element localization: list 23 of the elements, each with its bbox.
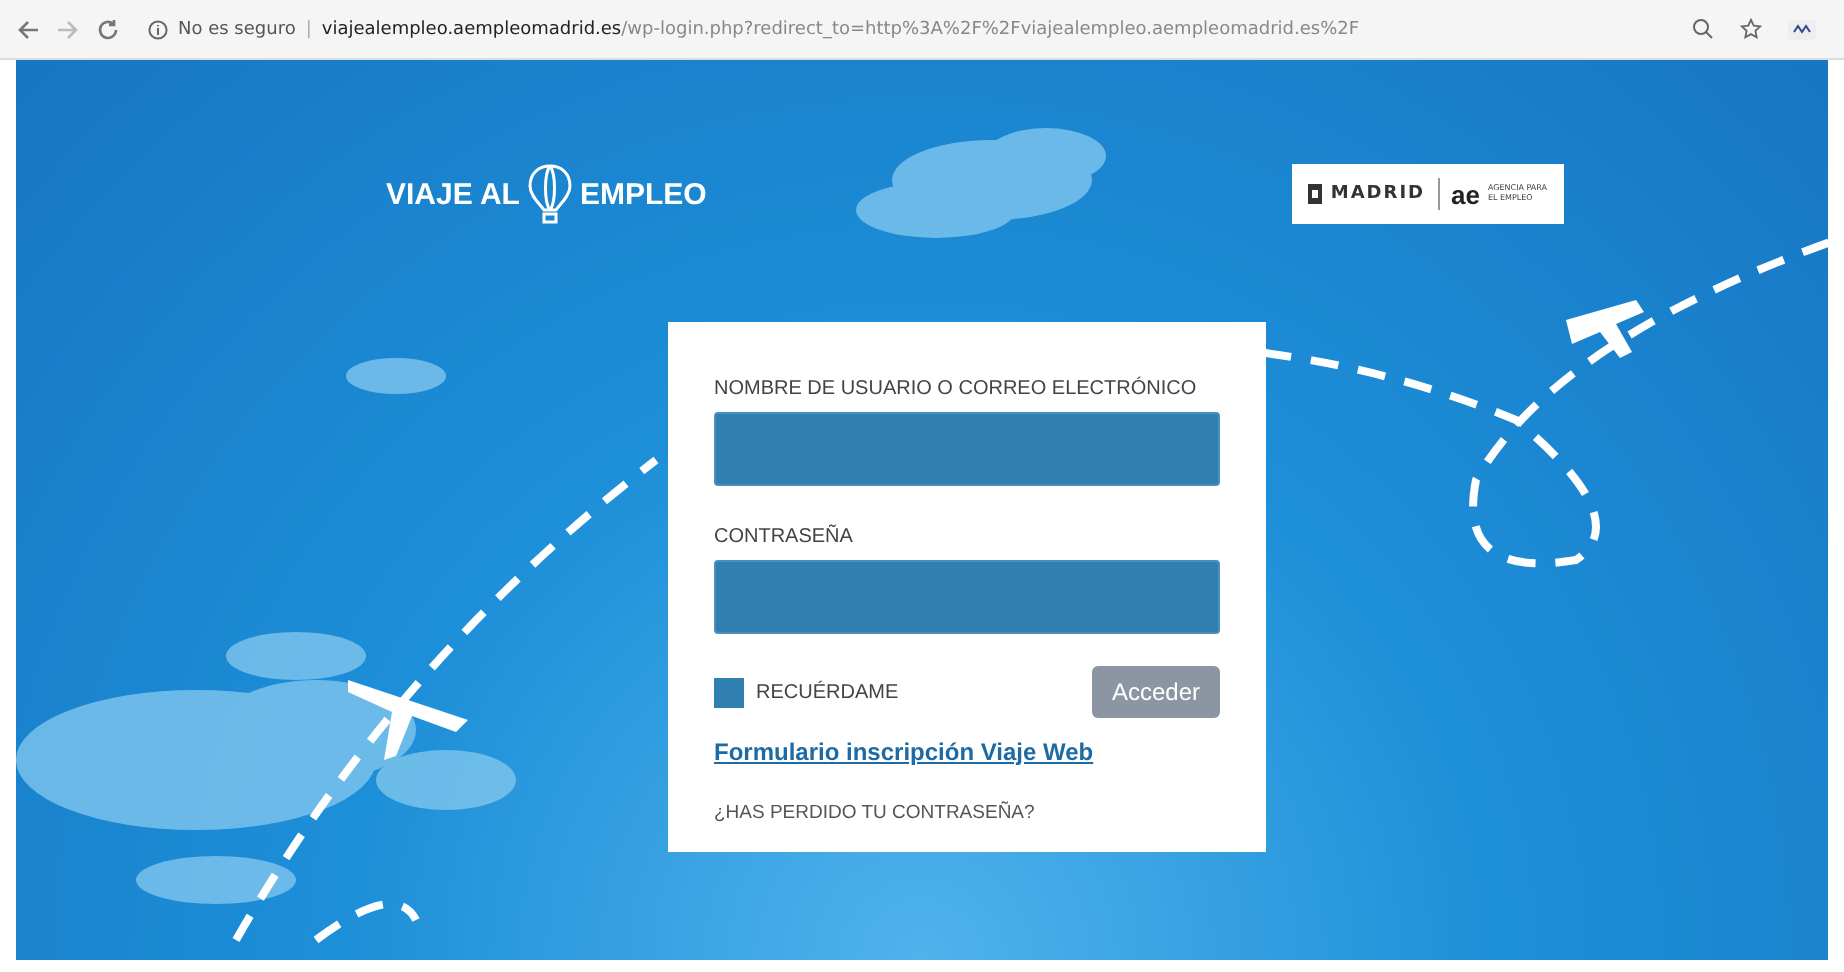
username-field[interactable] (714, 412, 1220, 486)
username-label: NOMBRE DE USUARIO O CORREO ELECTRÓNICO (714, 378, 1199, 400)
remember-label: RECUÉRDAME (756, 681, 899, 703)
extension-icon[interactable] (1788, 19, 1816, 39)
logo-text: EMPLEO (579, 177, 707, 211)
back-icon[interactable] (16, 17, 40, 41)
info-icon (148, 19, 168, 39)
city-name: MADRID (1330, 184, 1426, 204)
remember-checkbox[interactable] (714, 677, 744, 707)
logo-text: VIAJE AL (386, 177, 520, 211)
reload-icon[interactable] (96, 17, 120, 41)
lost-password-link[interactable]: ¿HAS PERDIDO TU CONTRASEÑA? (714, 802, 1220, 824)
signup-link[interactable]: Formulario inscripción Viaje Web (714, 738, 1220, 766)
url-text: viajealempleo.aempleomadrid.es/wp-login.php?redirect_to=http%3A%2F%2Fviajealempleo.aempleomadrid.es%2F (321, 19, 1360, 39)
crest-icon (1308, 184, 1323, 204)
agency-mark: ae (1451, 179, 1480, 209)
security-label: No es seguro (178, 19, 296, 39)
url-separator: | (305, 19, 312, 39)
star-icon[interactable] (1740, 18, 1762, 40)
password-label: CONTRASEÑA (714, 526, 855, 548)
password-field[interactable] (714, 560, 1220, 634)
zoom-icon[interactable] (1692, 18, 1714, 40)
balloon-icon (527, 164, 572, 224)
